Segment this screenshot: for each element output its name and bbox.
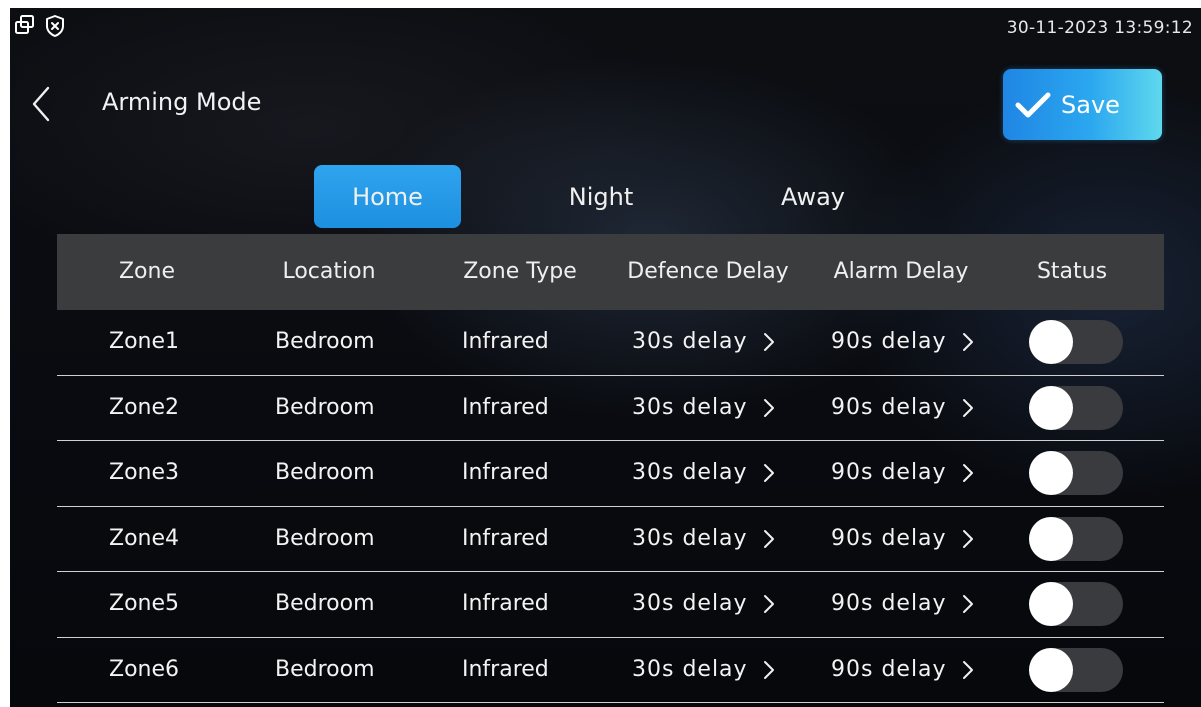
chevron-right-icon <box>763 464 774 482</box>
chevron-left-icon <box>32 86 50 122</box>
alarm-delay-selector[interactable]: 90s delay <box>831 572 975 636</box>
table-header: Zone Location Zone Type Defence Delay Al… <box>57 234 1164 310</box>
zone-name: Zone5 <box>109 591 180 616</box>
alarm-delay-selector[interactable]: 90s delay <box>831 507 975 571</box>
zone-type: Infrared <box>462 525 549 551</box>
chevron-right-icon <box>763 660 774 679</box>
alarm-delay-value: 90s delay <box>831 460 947 485</box>
column-header-status: Status <box>1036 259 1108 284</box>
zone-name: Zone3 <box>109 460 180 485</box>
alarm-delay-value: 90s delay <box>831 394 947 420</box>
defence-delay-selector[interactable]: 30s delay <box>632 572 776 636</box>
alarm-delay-value: 90s delay <box>831 329 947 354</box>
toggle-knob <box>1029 582 1073 626</box>
table-row: Zone5 Bedroom Infrared 30s delay 90s del… <box>57 572 1164 638</box>
alarm-delay-value: 90s delay <box>831 656 947 682</box>
zone-location: Bedroom <box>275 525 375 551</box>
column-header-zone-type: Zone Type <box>463 259 577 284</box>
status-toggle[interactable] <box>1029 320 1123 364</box>
page-title: Arming Mode <box>102 88 262 116</box>
table-row: Zone6 Bedroom Infrared 30s delay 90s del… <box>57 638 1164 703</box>
status-toggle[interactable] <box>1029 385 1123 430</box>
zone-name: Zone2 <box>109 394 180 420</box>
column-header-zone: Zone <box>118 259 175 284</box>
zone-name: Zone4 <box>109 525 180 551</box>
alarm-delay-selector[interactable]: 90s delay <box>831 376 975 440</box>
status-toggle[interactable] <box>1029 516 1123 561</box>
datetime: 30-11-2023 13:59:12 <box>1006 18 1193 38</box>
defence-delay-value: 30s delay <box>632 656 748 682</box>
alarm-delay-selector[interactable]: 90s delay <box>831 638 975 702</box>
table-row: Zone1 Bedroom Infrared 30s delay 90s del… <box>57 310 1164 376</box>
column-header-alarm-delay: Alarm Delay <box>833 259 969 284</box>
zone-location: Bedroom <box>275 394 375 420</box>
status-toggle[interactable] <box>1029 647 1123 692</box>
chevron-right-icon <box>962 333 973 351</box>
column-header-location: Location <box>282 259 376 284</box>
zone-type: Infrared <box>462 460 549 485</box>
chevron-right-icon <box>962 660 973 679</box>
chevron-right-icon <box>962 464 973 482</box>
tab-home[interactable]: Home <box>314 165 461 228</box>
toggle-knob <box>1029 385 1073 430</box>
chevron-right-icon <box>962 398 973 417</box>
toggle-knob <box>1029 451 1073 495</box>
table-row: Zone3 Bedroom Infrared 30s delay 90s del… <box>57 441 1164 507</box>
alarm-delay-value: 90s delay <box>831 591 947 616</box>
save-button[interactable]: Save <box>1003 69 1162 140</box>
defence-delay-selector[interactable]: 30s delay <box>632 441 776 505</box>
table-row: Zone4 Bedroom Infrared 30s delay 90s del… <box>57 507 1164 572</box>
check-icon <box>1015 92 1051 117</box>
back-button[interactable] <box>26 84 56 124</box>
column-header-defence-delay: Defence Delay <box>627 259 789 284</box>
shield-x-icon <box>44 14 66 38</box>
zone-location: Bedroom <box>275 329 375 354</box>
alarm-delay-value: 90s delay <box>831 525 947 551</box>
toggle-knob <box>1029 647 1073 692</box>
chevron-right-icon <box>962 595 973 613</box>
zone-table: Zone1 Bedroom Infrared 30s delay 90s del… <box>57 310 1164 703</box>
defence-delay-selector[interactable]: 30s delay <box>632 507 776 571</box>
alarm-delay-selector[interactable]: 90s delay <box>831 441 975 505</box>
defence-delay-selector[interactable]: 30s delay <box>632 376 776 440</box>
zone-type: Infrared <box>462 591 549 616</box>
status-toggle[interactable] <box>1029 451 1123 495</box>
chevron-right-icon <box>962 529 973 548</box>
status-icons <box>14 14 66 38</box>
chevron-right-icon <box>763 398 774 417</box>
zone-location: Bedroom <box>275 591 375 616</box>
table-row: Zone2 Bedroom Infrared 30s delay 90s del… <box>57 376 1164 441</box>
defence-delay-value: 30s delay <box>632 394 748 420</box>
alarm-delay-selector[interactable]: 90s delay <box>831 310 975 374</box>
arming-mode-screen: 30-11-2023 13:59:12 Arming Mode Save Hom… <box>10 8 1201 707</box>
window-restore-icon <box>14 14 36 38</box>
zone-location: Bedroom <box>275 656 375 682</box>
zone-name: Zone6 <box>109 656 180 682</box>
tab-night[interactable]: Night <box>540 165 662 228</box>
zone-type: Infrared <box>462 656 549 682</box>
save-button-label: Save <box>1061 90 1120 119</box>
chevron-right-icon <box>763 333 774 351</box>
zone-location: Bedroom <box>275 460 375 485</box>
chevron-right-icon <box>763 529 774 548</box>
defence-delay-value: 30s delay <box>632 460 748 485</box>
tab-away[interactable]: Away <box>752 165 874 228</box>
toggle-knob <box>1029 320 1073 364</box>
zone-name: Zone1 <box>109 329 180 354</box>
chevron-right-icon <box>763 595 774 613</box>
defence-delay-value: 30s delay <box>632 591 748 616</box>
defence-delay-selector[interactable]: 30s delay <box>632 638 776 702</box>
zone-type: Infrared <box>462 329 549 354</box>
status-toggle[interactable] <box>1029 582 1123 626</box>
toggle-knob <box>1029 516 1073 561</box>
defence-delay-value: 30s delay <box>632 525 748 551</box>
zone-type: Infrared <box>462 394 549 420</box>
defence-delay-value: 30s delay <box>632 329 748 354</box>
defence-delay-selector[interactable]: 30s delay <box>632 310 776 374</box>
